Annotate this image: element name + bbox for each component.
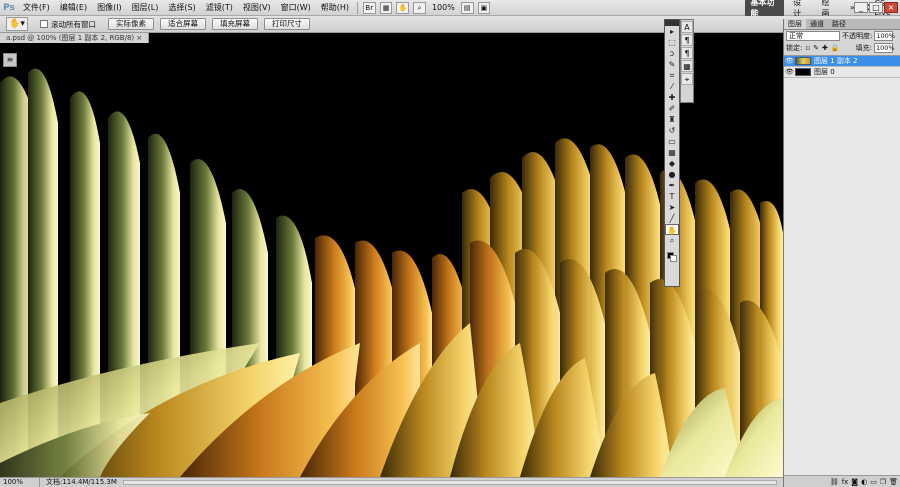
visibility-eye-icon[interactable]: 👁 bbox=[784, 68, 795, 76]
maximize-button[interactable]: □ bbox=[869, 2, 883, 13]
status-bar: 100% 文档:114.4M/115.3M bbox=[0, 477, 783, 487]
mask-icon[interactable]: ◙ bbox=[851, 478, 858, 486]
minibridge-icon[interactable]: ▦ bbox=[379, 1, 393, 14]
menu-edit[interactable]: 编辑(E) bbox=[55, 2, 92, 13]
visibility-eye-icon[interactable]: 👁 bbox=[784, 57, 795, 65]
menu-filter[interactable]: 滤镜(T) bbox=[201, 2, 238, 13]
scroll-all-windows-checkbox[interactable] bbox=[40, 20, 48, 28]
layers-panel: 图层 通道 路径 正常 不透明度: 100% 锁定: ▫ ✎ ✚ 🔒 填充: 1… bbox=[783, 19, 900, 487]
trash-icon[interactable]: 🗑 bbox=[889, 478, 898, 486]
layer-name: 图层 0 bbox=[814, 68, 835, 76]
hand-tool-preset-icon[interactable]: ✋▾ bbox=[6, 17, 28, 31]
layer-list: 👁 图层 1 副本 2 👁 图层 0 bbox=[784, 55, 900, 475]
marquee-tool-icon[interactable]: ⬚ bbox=[665, 37, 679, 48]
zoom-tool-icon[interactable]: ⌕ bbox=[665, 235, 679, 246]
layer-name: 图层 1 副本 2 bbox=[814, 57, 858, 65]
dodge-tool-icon[interactable]: ● bbox=[665, 169, 679, 180]
status-zoom[interactable]: 100% bbox=[0, 478, 40, 487]
blend-mode-select[interactable]: 正常 bbox=[786, 31, 840, 41]
clone-stamp-tool-icon[interactable]: ♜ bbox=[665, 114, 679, 125]
lasso-tool-icon[interactable]: ↄ bbox=[665, 48, 679, 59]
navigator-panel-icon[interactable]: ⌖ bbox=[681, 73, 693, 85]
minimize-button[interactable]: _ bbox=[854, 2, 868, 13]
fill-field[interactable]: 100% bbox=[873, 43, 895, 53]
scroll-all-windows-label: 滚动所有窗口 bbox=[51, 19, 96, 29]
lock-label: 锁定: bbox=[786, 44, 803, 52]
crop-tool-icon[interactable]: ⌗ bbox=[665, 70, 679, 81]
paragraph-style-icon[interactable]: ¶ bbox=[681, 47, 693, 59]
fit-screen-button[interactable]: 适合屏幕 bbox=[160, 18, 206, 30]
opacity-label: 不透明度: bbox=[842, 32, 873, 40]
zoom-tool-icon[interactable]: ⌕ bbox=[413, 1, 426, 14]
arrange-docs-icon[interactable]: ▤ bbox=[460, 1, 474, 14]
window-controls: _ □ × bbox=[854, 2, 898, 13]
link-icon[interactable]: ⛓ bbox=[830, 478, 839, 486]
lock-fill-row: 锁定: ▫ ✎ ✚ 🔒 填充: 100% bbox=[784, 42, 900, 54]
status-doc-info[interactable]: 文档:114.4M/115.3M bbox=[40, 478, 117, 487]
eraser-tool-icon[interactable]: ▭ bbox=[665, 136, 679, 147]
divider bbox=[357, 1, 358, 14]
folder-icon[interactable]: ▭ bbox=[870, 478, 877, 486]
bridge-icon[interactable]: Br bbox=[362, 1, 376, 14]
screen-mode-icon[interactable]: ▣ bbox=[477, 1, 491, 14]
fx-icon[interactable]: fx bbox=[842, 478, 849, 486]
opacity-field[interactable]: 100% bbox=[874, 31, 895, 41]
tool-preset-icon[interactable]: ≡ bbox=[3, 53, 17, 67]
background-color-swatch[interactable] bbox=[670, 255, 677, 262]
document-tab[interactable]: a.psd @ 100% (图层 1 副本 2, RGB/8) × bbox=[0, 33, 150, 43]
tab-paths[interactable]: 路径 bbox=[828, 19, 850, 29]
gradient-tool-icon[interactable]: ▦ bbox=[665, 147, 679, 158]
type-tool-icon[interactable]: T bbox=[665, 191, 679, 202]
new-layer-icon[interactable]: ❐ bbox=[880, 478, 886, 486]
panel-dock: A ¶ ¶ ▦ ⌖ bbox=[680, 19, 694, 103]
lock-transparency-icon[interactable]: ▫ bbox=[805, 44, 810, 52]
shape-tool-icon[interactable]: ╱ bbox=[665, 213, 679, 224]
zoom-level[interactable]: 100% bbox=[428, 3, 459, 12]
fill-screen-button[interactable]: 填充屏幕 bbox=[212, 18, 258, 30]
print-size-button[interactable]: 打印尺寸 bbox=[264, 18, 310, 30]
menu-file[interactable]: 文件(F) bbox=[18, 2, 55, 13]
photoshop-logo: Ps bbox=[3, 2, 15, 13]
layer-thumbnail bbox=[795, 68, 811, 76]
swatches-panel-icon[interactable]: ▦ bbox=[681, 60, 693, 72]
lock-all-icon[interactable]: 🔒 bbox=[831, 44, 840, 52]
pen-tool-icon[interactable]: ✒ bbox=[665, 180, 679, 191]
move-tool-icon[interactable]: ▸ bbox=[665, 26, 679, 37]
adjustment-icon[interactable]: ◐ bbox=[861, 478, 867, 486]
lock-position-icon[interactable]: ✚ bbox=[822, 44, 828, 52]
layer-thumbnail bbox=[795, 57, 811, 65]
history-brush-tool-icon[interactable]: ↺ bbox=[665, 125, 679, 136]
menu-select[interactable]: 选择(S) bbox=[163, 2, 200, 13]
menu-view[interactable]: 视图(V) bbox=[238, 2, 276, 13]
layer-row[interactable]: 👁 图层 1 副本 2 bbox=[784, 56, 900, 67]
brush-tool-icon[interactable]: ✐ bbox=[665, 103, 679, 114]
healing-tool-icon[interactable]: ✚ bbox=[665, 92, 679, 103]
eyedropper-tool-icon[interactable]: ⁄ bbox=[665, 81, 679, 92]
quick-select-tool-icon[interactable]: ✎ bbox=[665, 59, 679, 70]
hand-tool-icon[interactable]: ✋ bbox=[396, 1, 410, 14]
actual-pixels-button[interactable]: 实际像素 bbox=[108, 18, 154, 30]
fill-label: 填充: bbox=[855, 44, 872, 52]
blur-tool-icon[interactable]: ◆ bbox=[665, 158, 679, 169]
hand-tool-icon[interactable]: ✋ bbox=[665, 224, 679, 235]
close-button[interactable]: × bbox=[884, 2, 898, 13]
horizontal-scrollbar[interactable] bbox=[122, 480, 777, 485]
blend-opacity-row: 正常 不透明度: 100% bbox=[784, 30, 900, 42]
paragraph-panel-icon[interactable]: ¶ bbox=[681, 34, 693, 46]
tab-layers[interactable]: 图层 bbox=[784, 19, 806, 29]
menu-layer[interactable]: 图层(L) bbox=[127, 2, 164, 13]
tab-channels[interactable]: 通道 bbox=[806, 19, 828, 29]
menu-bar: Ps 文件(F) 编辑(E) 图像(I) 图层(L) 选择(S) 滤镜(T) 视… bbox=[0, 0, 900, 20]
menu-image[interactable]: 图像(I) bbox=[92, 2, 127, 13]
panel-tabs: 图层 通道 路径 bbox=[784, 19, 900, 30]
layers-panel-footer: ⛓ fx ◙ ◐ ▭ ❐ 🗑 bbox=[784, 475, 900, 487]
toolbox: ▸ ⬚ ↄ ✎ ⌗ ⁄ ✚ ✐ ♜ ↺ ▭ ▦ ◆ ● ✒ T ➤ ╱ ✋ ⌕ bbox=[664, 19, 680, 287]
layer-row[interactable]: 👁 图层 0 bbox=[784, 67, 900, 78]
menu-window[interactable]: 窗口(W) bbox=[276, 2, 316, 13]
path-select-tool-icon[interactable]: ➤ bbox=[665, 202, 679, 213]
options-bar: ✋▾ 滚动所有窗口 实际像素 适合屏幕 填充屏幕 打印尺寸 bbox=[0, 16, 900, 33]
character-panel-icon[interactable]: A bbox=[681, 21, 693, 33]
menu-help[interactable]: 帮助(H) bbox=[316, 2, 354, 13]
lock-pixels-icon[interactable]: ✎ bbox=[813, 44, 819, 52]
